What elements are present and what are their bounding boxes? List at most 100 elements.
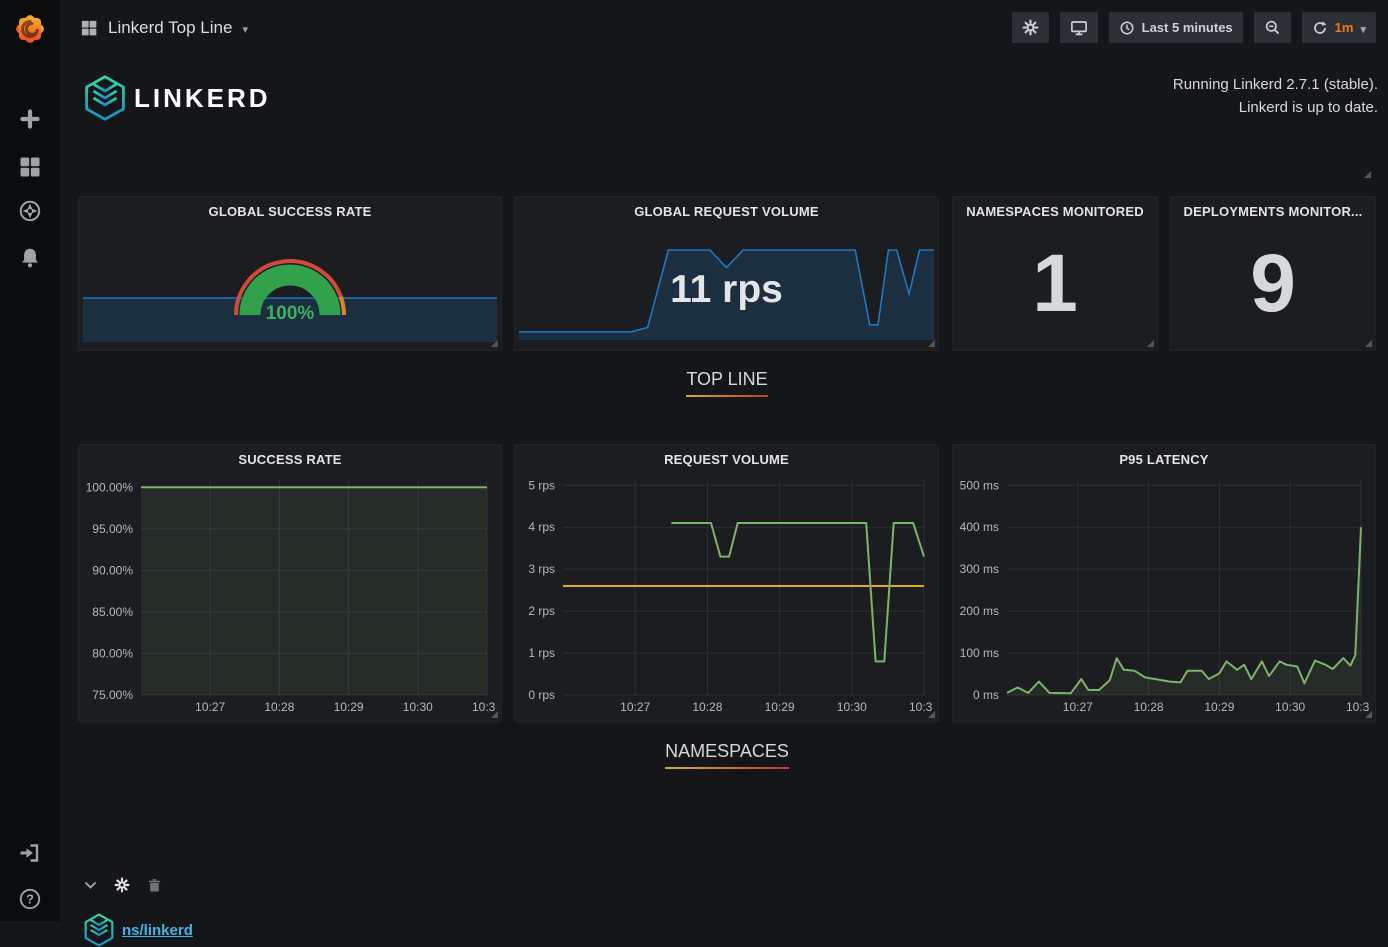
request-volume-chart[interactable]: 0 rps 1 rps 2 rps 3 rps 4 rps 5 rps 10:27 10:28… (519, 471, 932, 717)
panel-title[interactable]: DEPLOYMENTS MONITOR... (1171, 204, 1375, 219)
svg-text:10:28: 10:28 (264, 700, 294, 714)
namespaces-count: 1 (953, 223, 1157, 344)
row-header-namespaces: NAMESPACES (78, 741, 1376, 769)
svg-text:10:28: 10:28 (1134, 700, 1164, 714)
svg-text:5 rps: 5 rps (528, 478, 555, 492)
request-volume-value: 11 rps (515, 247, 938, 333)
row-title-underline (665, 767, 789, 769)
panel-namespaces-monitored: NAMESPACES MONITORED 1 (952, 196, 1158, 351)
svg-text:10:27: 10:27 (1063, 700, 1093, 714)
panel-request-volume: REQUEST VOLUME 0 rps 1 rps 2 rps 3 rps 4 rps… (514, 444, 939, 722)
svg-text:0 rps: 0 rps (528, 688, 555, 702)
resize-handle[interactable] (1364, 171, 1371, 178)
chevron-down-icon[interactable]: ▾ (242, 20, 248, 36)
svg-text:300 ms: 300 ms (960, 562, 999, 576)
linkerd-wordmark: LINKERD (134, 83, 271, 114)
svg-text:100.00%: 100.00% (86, 480, 134, 494)
svg-text:75.00%: 75.00% (92, 688, 133, 702)
deployments-count: 9 (1171, 223, 1375, 344)
svg-text:200 ms: 200 ms (960, 604, 999, 618)
status-line-2: Linkerd is up to date. (1173, 96, 1378, 119)
alerting-icon[interactable] (18, 246, 42, 270)
row-header-top-line: TOP LINE (78, 369, 1376, 397)
panel-success-rate: SUCCESS RATE 75.00% 80.00% 85.00% 90.00% 95.… (78, 444, 502, 722)
svg-text:10:30: 10:30 (403, 700, 433, 714)
dashboard-grid-icon (80, 19, 98, 37)
collapse-chevron-icon[interactable] (84, 879, 97, 897)
resize-handle[interactable] (928, 711, 935, 718)
linkerd-logo-icon (84, 913, 114, 947)
svg-text:3 rps: 3 rps (528, 562, 555, 576)
row-title-namespaces[interactable]: NAMESPACES (649, 741, 805, 769)
svg-text:0 ms: 0 ms (973, 688, 999, 702)
success-rate-chart[interactable]: 75.00% 80.00% 85.00% 90.00% 95.00% 100.00% 10:… (83, 471, 495, 717)
panel-title[interactable]: GLOBAL SUCCESS RATE (79, 204, 501, 219)
panel-p95-latency: P95 LATENCY 0 ms 100 ms 200 ms 300 ms 400 ms… (952, 444, 1376, 722)
svg-text:95.00%: 95.00% (92, 522, 133, 536)
svg-text:10:27: 10:27 (195, 700, 225, 714)
success-gauge: 100% (215, 233, 365, 330)
row-settings-gear-icon[interactable] (114, 877, 130, 898)
resize-handle[interactable] (1365, 711, 1372, 718)
svg-text:10:29: 10:29 (1204, 700, 1234, 714)
svg-text:100 ms: 100 ms (960, 646, 999, 660)
panel-title[interactable]: GLOBAL REQUEST VOLUME (515, 204, 938, 219)
row-title-underline (686, 395, 767, 397)
namespace-link[interactable]: ns/linkerd (122, 922, 193, 939)
row-title-text: TOP LINE (686, 369, 767, 390)
svg-text:10:27: 10:27 (620, 700, 650, 714)
svg-text:400 ms: 400 ms (960, 520, 999, 534)
resize-handle[interactable] (928, 340, 935, 347)
svg-text:10:29: 10:29 (765, 700, 795, 714)
p95-latency-chart[interactable]: 0 ms100 ms200 ms300 ms400 ms500 ms10:271… (957, 471, 1369, 717)
resize-handle[interactable] (491, 340, 498, 347)
dashboard: LINKERD Running Linkerd 2.7.1 (stable). … (60, 55, 1388, 921)
panel-title[interactable]: SUCCESS RATE (79, 452, 501, 467)
panel-title[interactable]: P95 LATENCY (953, 452, 1375, 467)
linkerd-logo-icon (84, 75, 126, 121)
resize-handle[interactable] (1147, 340, 1154, 347)
plus-icon[interactable] (18, 107, 42, 131)
explore-icon[interactable] (18, 199, 42, 223)
signin-icon[interactable] (18, 841, 42, 865)
panel-global-success-rate: GLOBAL SUCCESS RATE 100% (78, 196, 502, 351)
tv-mode-button[interactable] (1060, 12, 1098, 43)
settings-button[interactable] (1012, 12, 1049, 43)
help-icon[interactable]: ? (18, 887, 42, 911)
status-line-1: Running Linkerd 2.7.1 (stable). (1173, 73, 1378, 96)
resize-handle[interactable] (491, 711, 498, 718)
svg-text:10:28: 10:28 (692, 700, 722, 714)
svg-text:80.00%: 80.00% (92, 646, 133, 660)
svg-text:85.00%: 85.00% (92, 605, 133, 619)
time-range-picker[interactable]: Last 5 minutes (1109, 12, 1243, 43)
row-delete-trash-icon[interactable] (147, 878, 162, 898)
refresh-button[interactable]: 1m ▾ (1302, 12, 1376, 43)
row-title-top-line[interactable]: TOP LINE (670, 369, 783, 397)
svg-text:?: ? (26, 892, 34, 907)
linkerd-brand: LINKERD (84, 75, 271, 121)
resize-handle[interactable] (1365, 340, 1372, 347)
refresh-interval-label: 1m (1335, 20, 1354, 35)
svg-text:10:30: 10:30 (837, 700, 867, 714)
gauge-value: 100% (266, 303, 315, 324)
row-controls (84, 877, 162, 898)
svg-text:4 rps: 4 rps (528, 520, 555, 534)
svg-text:1 rps: 1 rps (528, 646, 555, 660)
row-title-text: NAMESPACES (665, 741, 789, 762)
time-range-label: Last 5 minutes (1142, 20, 1233, 35)
svg-text:10:30: 10:30 (1275, 700, 1305, 714)
panel-title[interactable]: REQUEST VOLUME (515, 452, 938, 467)
svg-text:90.00%: 90.00% (92, 563, 133, 577)
namespace-row: ns/linkerd (84, 913, 193, 947)
panel-global-request-volume: GLOBAL REQUEST VOLUME 11 rps (514, 196, 939, 351)
dashboards-icon[interactable] (18, 155, 42, 179)
sidebar: ? (0, 0, 60, 921)
dashboard-title[interactable]: Linkerd Top Line (108, 18, 232, 38)
zoom-out-button[interactable] (1254, 12, 1291, 43)
grafana-logo[interactable] (10, 8, 50, 48)
navbar: Linkerd Top Line ▾ Last 5 minutes (60, 0, 1388, 55)
panel-title[interactable]: NAMESPACES MONITORED (953, 204, 1157, 219)
svg-text:2 rps: 2 rps (528, 604, 555, 618)
linkerd-status: Running Linkerd 2.7.1 (stable). Linkerd … (1173, 73, 1378, 119)
svg-text:10:29: 10:29 (334, 700, 364, 714)
